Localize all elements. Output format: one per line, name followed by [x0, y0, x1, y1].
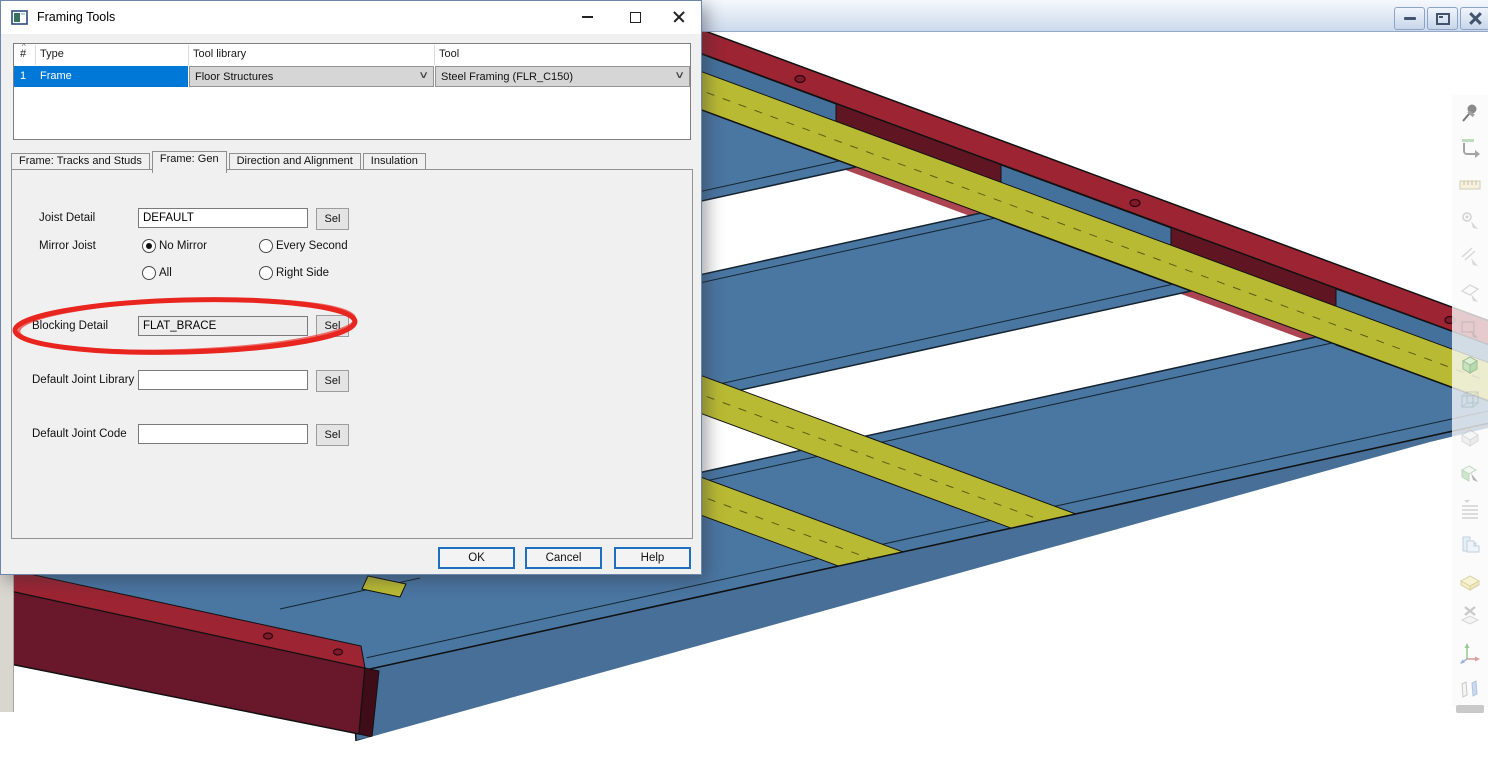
- tool-table: ^ # Type Tool library Tool 1 Frame Floor…: [13, 43, 691, 140]
- close-icon: [1469, 12, 1482, 25]
- app-root: { "dialog": { "title": "Framing Tools", …: [0, 0, 1488, 763]
- mirror-joist-label: Mirror Joist: [39, 240, 96, 252]
- col-header-type: Type: [40, 48, 64, 60]
- mdi-restore-button[interactable]: [1427, 7, 1458, 30]
- tab-panel: [11, 169, 693, 539]
- col-header-tool-library: Tool library: [193, 48, 246, 60]
- col-header-tool: Tool: [439, 48, 459, 60]
- sw-rim-track: [0, 568, 420, 737]
- rotate-view-icon[interactable]: [1452, 131, 1488, 167]
- dialog-minimize-button[interactable]: [567, 1, 607, 33]
- snap-circle-icon[interactable]: [1452, 203, 1488, 239]
- radio-right-side-label: Right Side: [276, 267, 329, 279]
- view-toolbar: [1452, 95, 1488, 707]
- radio-every-second[interactable]: [259, 239, 273, 253]
- framing-tools-dialog: Framing Tools ^ # Type Tool library Tool…: [0, 0, 702, 575]
- radio-every-second-label: Every Second: [276, 240, 348, 252]
- restore-icon: [1436, 13, 1450, 25]
- delete-solid-icon[interactable]: [1452, 599, 1488, 635]
- chevron-down-icon: ∨: [674, 70, 685, 81]
- radio-all[interactable]: [142, 266, 156, 280]
- framing-tools-icon: [11, 9, 29, 27]
- dialog-title: Framing Tools: [37, 10, 115, 24]
- wireframe-cube-icon[interactable]: [1452, 383, 1488, 419]
- plane-select-icon[interactable]: [1452, 275, 1488, 311]
- mdi-minimize-button[interactable]: [1394, 7, 1425, 30]
- minimize-icon: [582, 16, 593, 18]
- slab-icon[interactable]: [1452, 563, 1488, 599]
- default-joint-code-sel-button[interactable]: Sel: [316, 424, 349, 446]
- default-joint-code-label: Default Joint Code: [32, 428, 127, 440]
- box-select-icon[interactable]: [1452, 311, 1488, 347]
- radio-all-label: All: [159, 267, 172, 279]
- default-joint-code-input[interactable]: [138, 424, 308, 444]
- row-num: 1: [20, 70, 26, 82]
- pin-icon[interactable]: [1452, 95, 1488, 131]
- tab-strip: Frame: Tracks and Studs Frame: Gen Direc…: [11, 151, 428, 170]
- measure-line-icon[interactable]: [1452, 239, 1488, 275]
- help-button[interactable]: Help: [614, 547, 691, 569]
- radio-right-side[interactable]: [259, 266, 273, 280]
- tab-frame-gen[interactable]: Frame: Gen: [152, 151, 227, 173]
- dialog-maximize-button[interactable]: [615, 1, 655, 33]
- selected-row-highlight: 1 Frame: [14, 66, 188, 87]
- radio-no-mirror[interactable]: [142, 239, 156, 253]
- solid-box-icon[interactable]: [1452, 419, 1488, 455]
- cancel-button[interactable]: Cancel: [525, 547, 602, 569]
- toolbar-footer-handle[interactable]: [1456, 705, 1484, 713]
- col-header-num: #: [20, 48, 26, 60]
- chevron-down-icon: ∨: [418, 70, 429, 81]
- default-joint-library-sel-button[interactable]: Sel: [316, 370, 349, 392]
- select-solid-icon[interactable]: [1452, 455, 1488, 491]
- blocking-detail-label: Blocking Detail: [32, 320, 108, 332]
- axis-triad-icon[interactable]: [1452, 635, 1488, 671]
- ok-button[interactable]: OK: [438, 547, 515, 569]
- joist-detail-sel-button[interactable]: Sel: [316, 208, 349, 230]
- joist-detail-input[interactable]: [138, 208, 308, 228]
- close-icon: [673, 11, 685, 23]
- tool-library-select[interactable]: Floor Structures ∨: [189, 66, 434, 87]
- maximize-icon: [630, 12, 641, 23]
- default-joint-library-label: Default Joint Library: [32, 374, 134, 386]
- ruler-icon[interactable]: [1452, 167, 1488, 203]
- mdi-close-button[interactable]: [1460, 7, 1488, 30]
- table-row[interactable]: 1 Frame Floor Structures ∨ Steel Framing…: [14, 66, 690, 87]
- blocking-detail-input[interactable]: [138, 316, 308, 336]
- dialog-close-button[interactable]: [659, 1, 699, 33]
- tool-select[interactable]: Steel Framing (FLR_C150) ∨: [435, 66, 690, 87]
- default-joint-library-input[interactable]: [138, 370, 308, 390]
- list-menu-icon[interactable]: [1452, 491, 1488, 527]
- blocking-detail-sel-button[interactable]: Sel: [316, 315, 349, 337]
- row-type: Frame: [40, 70, 72, 82]
- joist-detail-label: Joist Detail: [39, 212, 95, 224]
- dialog-titlebar[interactable]: Framing Tools: [1, 1, 701, 34]
- minimize-icon: [1404, 17, 1416, 20]
- window-edge-strip: [0, 575, 14, 712]
- radio-no-mirror-label: No Mirror: [159, 240, 207, 252]
- prism-pair-icon[interactable]: [1452, 671, 1488, 707]
- solid-cube-icon[interactable]: [1452, 347, 1488, 383]
- sheet-stack-icon[interactable]: [1452, 527, 1488, 563]
